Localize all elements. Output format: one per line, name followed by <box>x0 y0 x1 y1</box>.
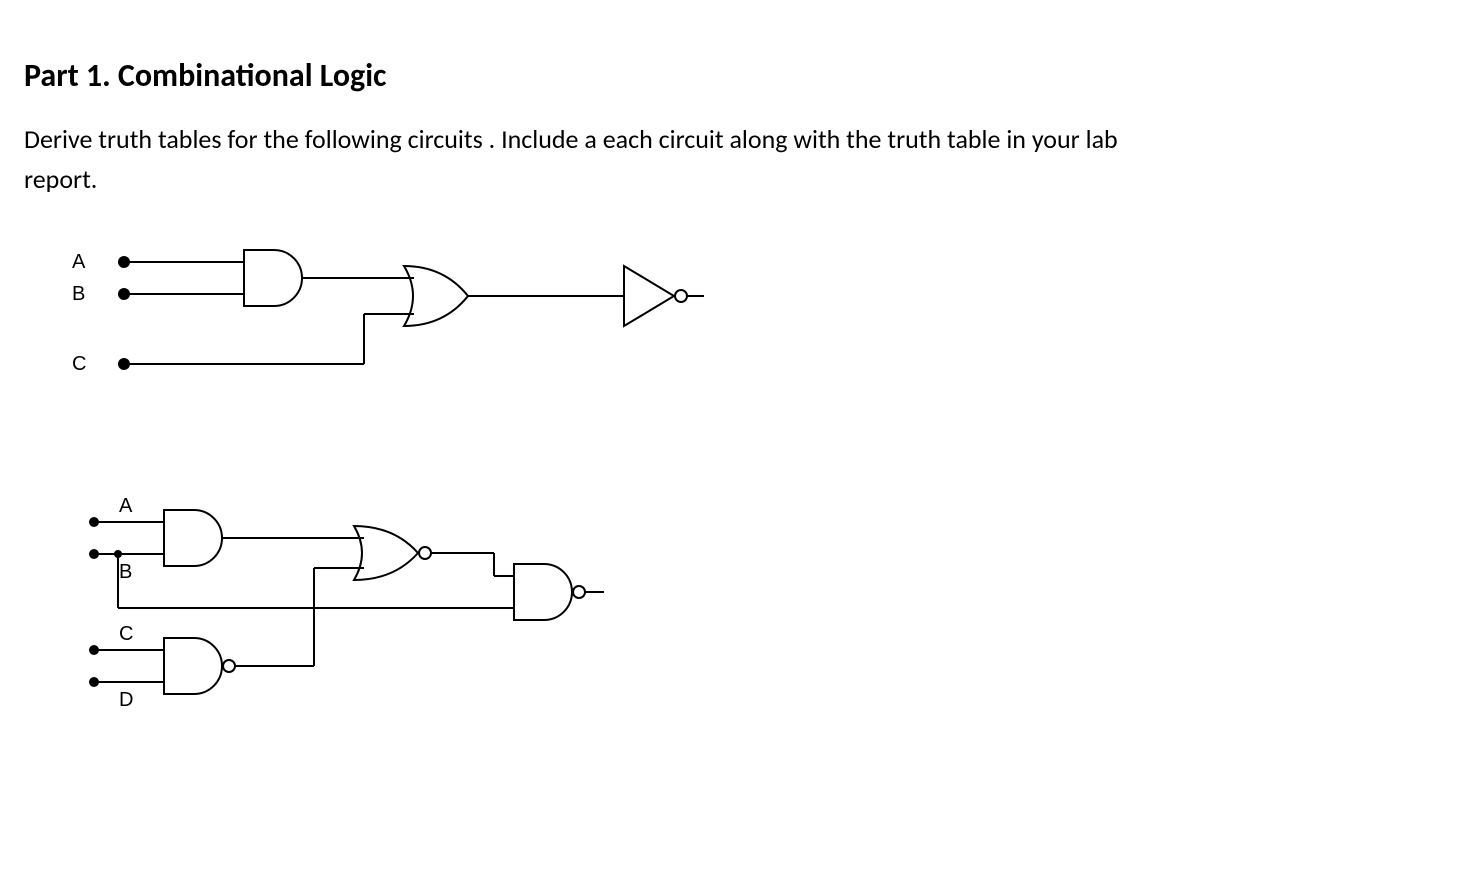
nand-gate-bottom-icon <box>164 638 222 694</box>
nor-gate-icon <box>354 526 418 580</box>
not-gate-icon <box>624 266 674 326</box>
nor-bubble-icon <box>419 547 431 559</box>
input-label-c2: C <box>119 623 133 645</box>
nand-bubble-final-icon <box>573 586 585 598</box>
circuit-2-svg: A B C D <box>64 490 684 720</box>
or-gate-icon <box>404 266 468 326</box>
input-label-a2: A <box>119 495 133 517</box>
and-gate-icon <box>244 250 302 306</box>
input-label-b2: B <box>119 561 132 583</box>
input-label-a: A <box>72 251 86 273</box>
input-label-d2: D <box>119 689 133 711</box>
instructions-text: Derive truth tables for the following ci… <box>24 119 1124 200</box>
input-label-c: C <box>72 353 86 375</box>
circuit-2: A B C D <box>64 490 1460 720</box>
nand-bubble-bottom-icon <box>223 660 235 672</box>
nand-gate-final-icon <box>514 564 572 620</box>
and-gate-top-icon <box>164 510 222 566</box>
page-title: Part 1. Combinational Logic <box>24 56 1460 95</box>
input-label-b: B <box>72 283 85 305</box>
circuit-1: A B C <box>64 240 1460 420</box>
inverter-bubble-icon <box>675 290 687 302</box>
circuit-1-svg: A B C <box>64 240 784 420</box>
